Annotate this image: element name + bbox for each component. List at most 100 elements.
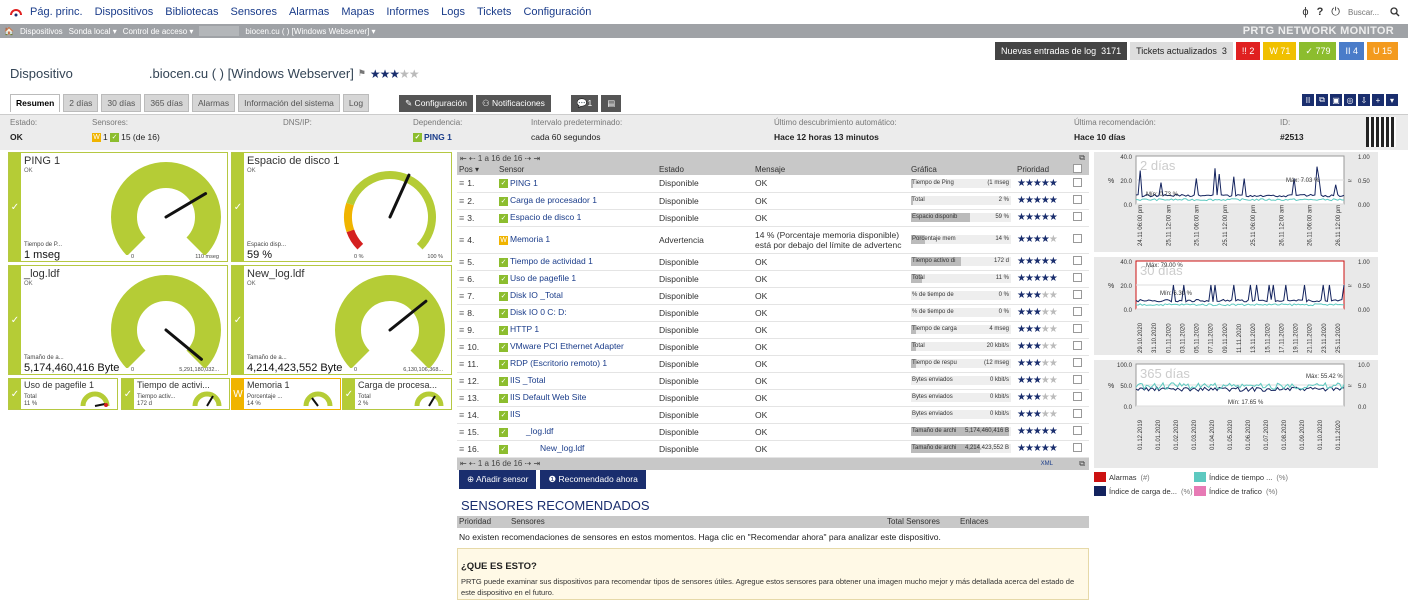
- breadcrumb-group[interactable]: Control de acceso ▾: [123, 27, 194, 36]
- nav-item-5[interactable]: Mapas: [341, 6, 374, 18]
- sensor-link[interactable]: New_log.ldf: [540, 443, 584, 453]
- comments-button[interactable]: 💬1: [570, 94, 599, 112]
- nav-item-7[interactable]: Logs: [441, 6, 465, 18]
- row-checkbox[interactable]: [1073, 212, 1082, 221]
- drag-handle-icon[interactable]: ≡: [459, 213, 464, 223]
- sensor-minigraph[interactable]: Total 20 kbit/s: [911, 342, 1011, 351]
- logout-icon[interactable]: ⏻: [1331, 6, 1340, 19]
- nav-item-2[interactable]: Bibliotecas: [165, 6, 218, 18]
- breadcrumb-devices[interactable]: Dispositivos: [20, 27, 63, 36]
- nav-item-6[interactable]: Informes: [386, 6, 429, 18]
- mini-gauge-2[interactable]: W Memoria 1 Porcentaje ... 14 %: [231, 378, 341, 410]
- table-row[interactable]: ≡ 7. ✓ Disk IO _Total Disponible OK % de tiemp…: [457, 287, 1089, 305]
- drag-handle-icon[interactable]: ≡: [459, 291, 464, 301]
- toolbar-icon[interactable]: ▣: [1330, 94, 1342, 106]
- breadcrumb-probe[interactable]: Sonda local ▾: [69, 27, 117, 36]
- priority-stars[interactable]: ★★★★★: [1017, 409, 1058, 420]
- prtg-logo-icon[interactable]: [10, 6, 22, 18]
- priority-stars[interactable]: ★★★★★: [1017, 234, 1058, 245]
- column-header[interactable]: Mensaje: [753, 164, 909, 175]
- sensor-minigraph[interactable]: Tiempo de Ping (1 mseg: [911, 178, 1011, 188]
- select-all-checkbox[interactable]: [1073, 164, 1082, 173]
- row-checkbox[interactable]: [1073, 392, 1082, 401]
- notifications-button[interactable]: ⚇ Notificaciones: [476, 94, 551, 112]
- recommend-now-button[interactable]: ❶ Recomendado ahora: [540, 470, 646, 489]
- sensor-link[interactable]: Espacio de disco 1: [510, 212, 581, 222]
- gauge-2[interactable]: ✓ _log.ldf OK Tamaño de a... 5,174,460,416 B…: [8, 265, 228, 375]
- sensor-link[interactable]: PING 1: [510, 178, 538, 188]
- status-badge[interactable]: II 4: [1339, 42, 1364, 60]
- sensor-link[interactable]: Disk IO _Total: [510, 290, 563, 300]
- row-checkbox[interactable]: [1073, 177, 1082, 187]
- toolbar-icon[interactable]: ⇩: [1358, 94, 1370, 106]
- priority-stars[interactable]: ★★★★★: [1017, 426, 1058, 437]
- sensor-minigraph[interactable]: Porcentaje mem 14 %: [911, 235, 1011, 244]
- row-checkbox[interactable]: [1073, 443, 1082, 452]
- sensor-link[interactable]: Carga de procesador 1: [510, 195, 597, 205]
- sensor-link[interactable]: Memoria 1: [510, 234, 550, 244]
- priority-stars[interactable]: ★★★★★: [1017, 256, 1058, 267]
- sensor-link[interactable]: HTTP 1: [510, 324, 539, 334]
- sensor-minigraph[interactable]: % de tiempo de 0 %: [911, 291, 1011, 300]
- column-header[interactable]: Sensor: [497, 164, 657, 175]
- drag-handle-icon[interactable]: ≡: [459, 325, 464, 335]
- help-icon[interactable]: ?: [1317, 6, 1324, 18]
- table-row[interactable]: ≡ 1. ✓ PING 1 Disponible OK Tiempo de Ping (1 m…: [457, 175, 1089, 193]
- table-pager[interactable]: ⇤ ⇠ 1 a 16 de 16 ⇢ ⇥ ⧉: [457, 152, 1089, 164]
- row-checkbox[interactable]: [1073, 256, 1082, 265]
- legend-item[interactable]: Índice de tiempo ... (%): [1194, 472, 1288, 482]
- row-checkbox[interactable]: [1073, 234, 1082, 243]
- row-checkbox[interactable]: [1073, 273, 1082, 282]
- table-row[interactable]: ≡ 5. ✓ Tiempo de actividad 1 Disponible OK Tie…: [457, 253, 1089, 271]
- status-badge[interactable]: W 71: [1263, 42, 1297, 60]
- settings-button[interactable]: ✎ Configuración: [399, 94, 474, 112]
- drag-handle-icon[interactable]: ≡: [459, 427, 464, 437]
- sensor-minigraph[interactable]: Tiempo de respu (12 mseg: [911, 359, 1011, 368]
- nav-item-1[interactable]: Dispositivos: [95, 6, 154, 18]
- nav-item-9[interactable]: Configuración: [523, 6, 591, 18]
- table-row[interactable]: ≡ 3. ✓ Espacio de disco 1 Disponible OK Espaci…: [457, 209, 1089, 227]
- sensor-link[interactable]: IIS _Total: [510, 375, 545, 385]
- mini-gauge-0[interactable]: ✓ Uso de pagefile 1 Total 11 %: [8, 378, 118, 410]
- new-log-entries[interactable]: Nuevas entradas de log 3171: [995, 42, 1128, 60]
- gauge-3[interactable]: ✓ New_log.ldf OK Tamaño de a... 4,214,423,55…: [231, 265, 452, 375]
- column-header[interactable]: Prioridad: [1015, 164, 1071, 175]
- sensor-minigraph[interactable]: Espacio disponib 59 %: [911, 213, 1011, 222]
- sensor-link[interactable]: IIS Default Web Site: [510, 392, 586, 402]
- mini-gauge-1[interactable]: ✓ Tiempo de activi... Tiempo activ... 172 d: [121, 378, 230, 410]
- updated-tickets[interactable]: Tickets actualizados 3: [1130, 42, 1233, 60]
- add-sensor-button[interactable]: ⊕ Añadir sensor: [459, 470, 537, 489]
- drag-handle-icon[interactable]: ≡: [459, 178, 464, 188]
- table-row[interactable]: ≡ 13. ✓ IIS Default Web Site Disponible OK Byt…: [457, 389, 1089, 407]
- search-input[interactable]: [1348, 5, 1382, 19]
- gauge-0[interactable]: ✓ PING 1 OK Tiempo de P... 1 mseg 0 110 mseg: [8, 152, 228, 262]
- row-checkbox[interactable]: [1073, 358, 1082, 367]
- history-chart-2[interactable]: 365 días 100.0 50.0 0.0 10.0 5.0 0.0% ≈ Máx: 55.…: [1094, 360, 1378, 468]
- drag-handle-icon[interactable]: ≡: [459, 235, 464, 245]
- qr-code[interactable]: [1366, 117, 1396, 147]
- table-row[interactable]: ≡ 12. ✓ IIS _Total Disponible OK Bytes enviado…: [457, 372, 1089, 390]
- sensor-minigraph[interactable]: Tamaño de archi 4,214,423,552 B: [911, 444, 1011, 453]
- priority-stars[interactable]: ★★★★★: [1017, 290, 1058, 301]
- pause-icon[interactable]: ϕ: [1302, 6, 1308, 18]
- table-row[interactable]: ≡ 10. ✓ VMware PCI Ethernet Adapter Disponib…: [457, 338, 1089, 356]
- history-button[interactable]: ▤: [601, 94, 622, 112]
- priority-stars[interactable]: ★★★★★: [1017, 392, 1058, 403]
- search-icon[interactable]: [1390, 7, 1400, 17]
- drag-handle-icon[interactable]: ≡: [459, 444, 464, 454]
- table-row[interactable]: ≡ 11. ✓ RDP (Escritorio remoto) 1 Disponible…: [457, 355, 1089, 373]
- status-badge[interactable]: ✓ 779: [1299, 42, 1337, 60]
- sensor-link[interactable]: VMware PCI Ethernet Adapter: [510, 341, 624, 351]
- toolbar-icon[interactable]: ◎: [1344, 94, 1356, 106]
- legend-item[interactable]: Alarmas (#): [1094, 472, 1150, 482]
- column-header[interactable]: [1071, 164, 1089, 175]
- row-checkbox[interactable]: [1073, 307, 1082, 316]
- tab-1[interactable]: 2 días: [63, 94, 99, 112]
- table-row[interactable]: ≡ 2. ✓ Carga de procesador 1 Disponible OK Tot…: [457, 192, 1089, 210]
- tab-2[interactable]: 30 días: [101, 94, 142, 112]
- priority-stars[interactable]: ★★★★★: [1017, 324, 1058, 335]
- sensor-minigraph[interactable]: % de tiempo de 0 %: [911, 308, 1011, 317]
- drag-handle-icon[interactable]: ≡: [459, 376, 464, 386]
- row-checkbox[interactable]: [1073, 409, 1082, 418]
- sensor-minigraph[interactable]: Bytes enviados 0 kbit/s: [911, 393, 1011, 402]
